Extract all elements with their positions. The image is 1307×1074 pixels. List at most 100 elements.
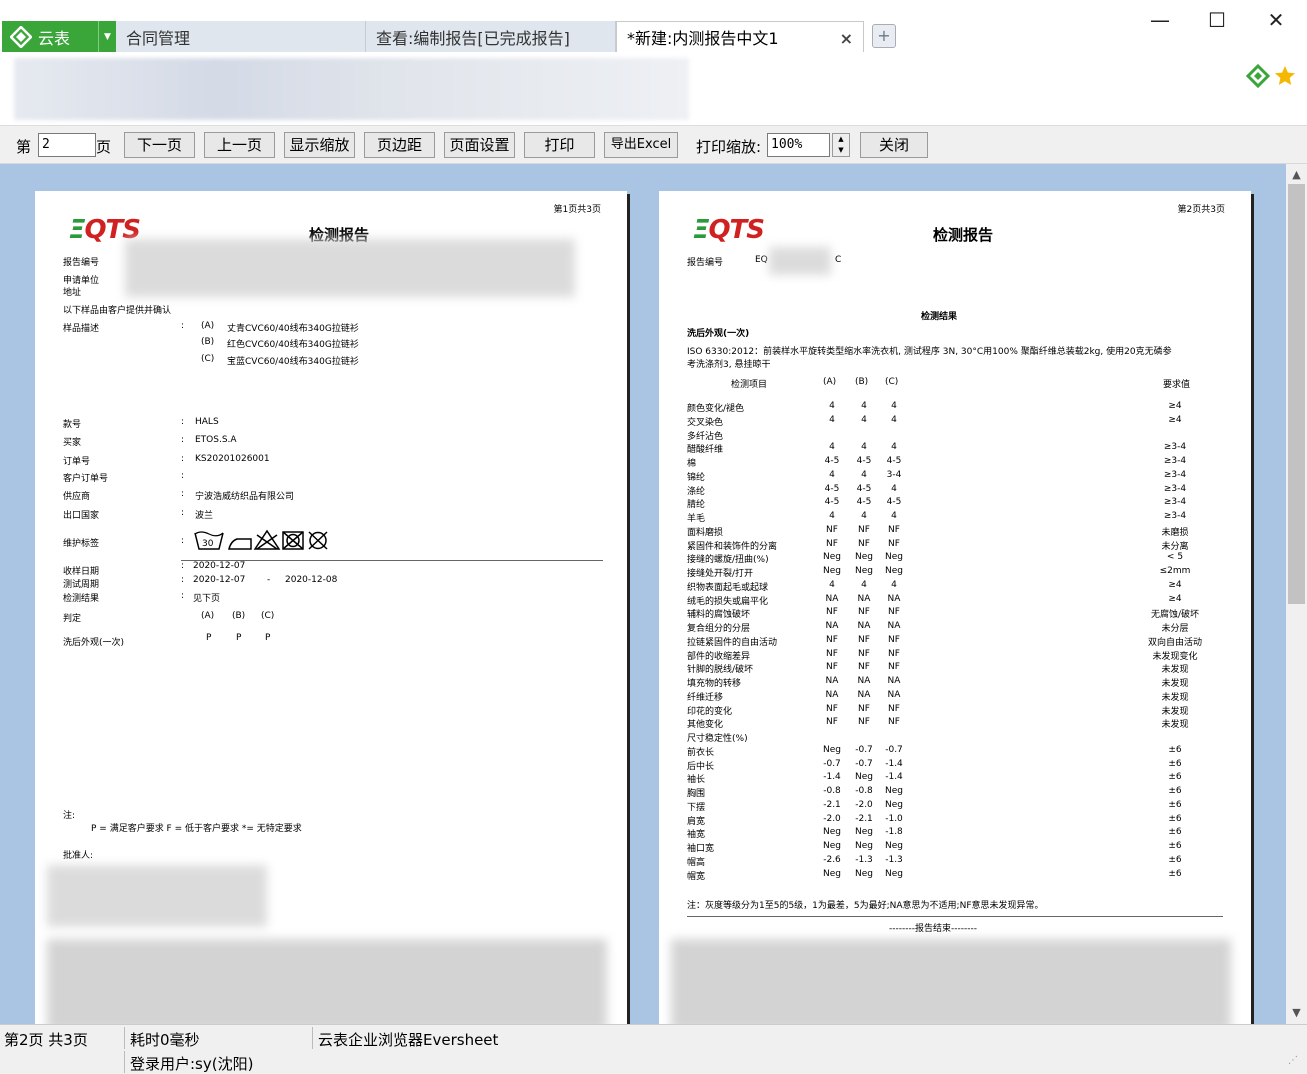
requirement: ≤2mm bbox=[1159, 566, 1191, 576]
zoom-spinner[interactable]: ▲ ▼ bbox=[832, 133, 850, 157]
status-separator bbox=[124, 1051, 125, 1073]
value-c: Neg bbox=[885, 868, 903, 879]
banner-bar bbox=[0, 52, 1307, 126]
requirement: 未发现 bbox=[1161, 692, 1189, 703]
value-c: -0.7 bbox=[885, 744, 903, 755]
item-name: 多纤沾色 bbox=[687, 431, 724, 442]
value-c: NA bbox=[887, 593, 901, 604]
requirement: ≥3-4 bbox=[1163, 511, 1187, 521]
print-zoom-input[interactable]: 100% bbox=[767, 133, 830, 157]
resize-grip-icon[interactable]: ⋰ bbox=[1288, 1055, 1298, 1066]
prev-page-button[interactable]: 上一页 bbox=[204, 132, 275, 158]
info-value: 宁波浩威纺织品有限公司 bbox=[195, 492, 295, 502]
scroll-thumb[interactable] bbox=[1288, 184, 1305, 604]
value-c: 4 bbox=[891, 579, 897, 590]
item-name: 醋酸纤维 bbox=[687, 445, 724, 456]
page-number-text: 第1页共3页 bbox=[553, 205, 601, 215]
value-b: -0.7 bbox=[855, 744, 873, 755]
date-label: 测试周期 bbox=[63, 580, 100, 590]
spin-down-icon[interactable]: ▼ bbox=[838, 146, 843, 154]
value-b: -0.7 bbox=[855, 758, 873, 769]
confirm-note: 以下样品由客户提供并确认 bbox=[63, 306, 172, 316]
item-name: 辅料的腐蚀破坏 bbox=[687, 610, 751, 621]
item-name: 交叉染色 bbox=[687, 417, 724, 428]
tab-view-report[interactable]: 查看:编制报告[已完成报告] bbox=[366, 21, 616, 52]
close-window-icon[interactable]: ✕ bbox=[1261, 8, 1291, 32]
colon: : bbox=[181, 454, 185, 464]
colon: : bbox=[181, 536, 185, 546]
page-number-input[interactable]: 2 bbox=[38, 133, 96, 157]
star-favorite-icon[interactable] bbox=[1273, 64, 1297, 88]
value-b: 4 bbox=[861, 469, 867, 480]
value-b: NA bbox=[857, 689, 871, 700]
report-no-value: EQ bbox=[755, 255, 768, 265]
app-menu-button[interactable]: 云表 ▼ bbox=[2, 21, 116, 52]
value-b: Neg bbox=[855, 827, 873, 838]
table-row: 后中长 -0.7 -0.7 -1.4 ±6 bbox=[687, 759, 1217, 773]
requirement: 双向自由活动 bbox=[1147, 637, 1202, 648]
divider-line bbox=[687, 916, 1223, 917]
value-b: NA bbox=[857, 593, 871, 604]
iron-icon bbox=[228, 538, 252, 550]
info-value: 波兰 bbox=[195, 511, 214, 521]
blurred-report-no bbox=[769, 247, 831, 275]
status-bar: 第2页 共3页 耗时0毫秒 云表企业浏览器Eversheet 登录用户:sy(沈… bbox=[0, 1024, 1307, 1074]
value-a: Neg bbox=[823, 744, 841, 755]
scroll-up-icon[interactable]: ▲ bbox=[1286, 166, 1307, 184]
requirement: ≥3-4 bbox=[1163, 483, 1187, 494]
spin-up-icon[interactable]: ▲ bbox=[838, 135, 843, 143]
value-c: 4 bbox=[891, 414, 897, 425]
tab-new-report[interactable]: *新建:内测报告中文1 × bbox=[616, 21, 864, 52]
value-a: NF bbox=[826, 648, 838, 659]
export-excel-button[interactable]: 导出Excel bbox=[604, 132, 678, 158]
new-tab-plus-icon[interactable]: + bbox=[872, 24, 896, 48]
no-dry-clean-icon bbox=[308, 531, 328, 550]
display-zoom-button[interactable]: 显示缩放 bbox=[284, 132, 355, 158]
item-name: 拉链紧固件的自由活动 bbox=[687, 637, 778, 648]
scroll-down-icon[interactable]: ▼ bbox=[1286, 1004, 1307, 1022]
minimize-icon[interactable]: — bbox=[1145, 8, 1175, 32]
value-a: NF bbox=[826, 662, 838, 673]
requirement: 未分层 bbox=[1161, 624, 1189, 634]
blurred-banner bbox=[14, 58, 689, 120]
table-row: 尺寸稳定性(%) bbox=[687, 731, 1217, 745]
table-row: 锦纶 4 4 3-4 ≥3-4 bbox=[687, 470, 1217, 484]
status-user: 登录用户:sy(沈阳) bbox=[130, 1055, 254, 1073]
requirement: ±6 bbox=[1168, 786, 1182, 796]
care-label: 维护标签 bbox=[63, 539, 100, 549]
value-a: NF bbox=[826, 524, 838, 535]
value-a: -1.4 bbox=[823, 772, 841, 783]
item-name: 紧固件和装饰件的分离 bbox=[687, 541, 778, 552]
colon: : bbox=[181, 435, 185, 445]
item-name: 胸围 bbox=[687, 789, 706, 799]
value-a: NF bbox=[826, 703, 838, 714]
report-title: 检测报告 bbox=[933, 226, 994, 244]
value-b: Neg bbox=[855, 772, 873, 783]
table-row: 面料磨损 NF NF NF 未磨损 bbox=[687, 525, 1217, 539]
blurred-footer bbox=[47, 939, 607, 1024]
item-name: 接缝的螺旋/扭曲(%) bbox=[687, 555, 769, 566]
print-button[interactable]: 打印 bbox=[524, 132, 595, 158]
tab-close-icon[interactable]: × bbox=[840, 29, 853, 48]
item-name: 腈纶 bbox=[687, 500, 706, 511]
sample-code: (A) bbox=[201, 321, 215, 331]
app-dropdown-icon[interactable]: ▼ bbox=[98, 21, 116, 52]
item-name: 袖长 bbox=[687, 775, 706, 786]
vertical-scrollbar[interactable]: ▲ ▼ bbox=[1286, 164, 1307, 1024]
no-bleach-icon bbox=[253, 529, 281, 550]
maximize-icon[interactable]: ☐ bbox=[1202, 8, 1232, 32]
value-b: NF bbox=[858, 703, 870, 714]
page-setup-button[interactable]: 页面设置 bbox=[444, 132, 515, 158]
close-preview-button[interactable]: 关闭 bbox=[860, 132, 928, 158]
value-a: 4 bbox=[829, 442, 835, 453]
no-tumble-dry-icon bbox=[282, 531, 304, 550]
page-margin-button[interactable]: 页边距 bbox=[364, 132, 435, 158]
next-page-button[interactable]: 下一页 bbox=[124, 132, 195, 158]
date-label: 收样日期 bbox=[63, 567, 100, 577]
table-row: 辅料的腐蚀破坏 NF NF NF 无腐蚀/破坏 bbox=[687, 607, 1217, 621]
tab-contract-management[interactable]: 合同管理 bbox=[116, 21, 366, 52]
value-a: NF bbox=[826, 538, 838, 549]
value-b: -2.1 bbox=[855, 813, 873, 824]
diamond-logo-icon[interactable] bbox=[1246, 64, 1270, 88]
preview-viewport[interactable]: 第1页共3页 ΞQTS 检测报告 报告编号 申请单位 地址 以下样品由客户提供并… bbox=[0, 164, 1286, 1024]
